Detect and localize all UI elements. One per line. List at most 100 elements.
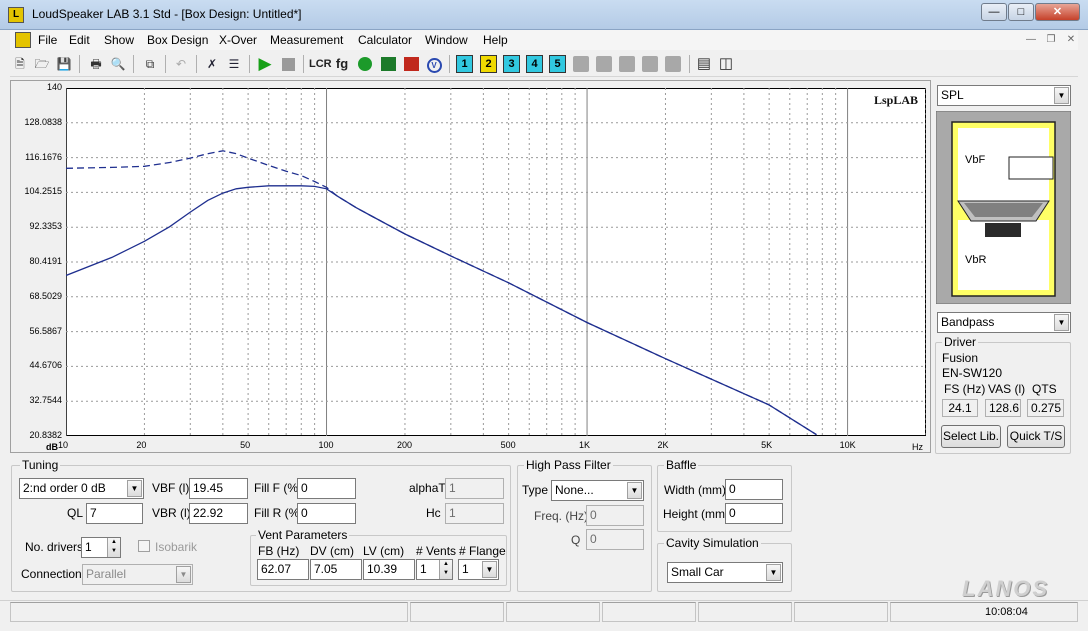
- vents-stepper[interactable]: 1 ▲ ▼: [416, 559, 453, 580]
- lv-input[interactable]: 10.39: [363, 559, 415, 580]
- toolbar-separator: [133, 55, 134, 73]
- y-tick-label: 92.3353: [29, 221, 62, 232]
- baffle-group-title: Baffle: [664, 458, 699, 472]
- x-tick-label: 10: [58, 440, 69, 450]
- open-folder-icon[interactable]: 🗁: [32, 54, 52, 74]
- flange-label: # Flange: [459, 544, 506, 558]
- fill-r-input[interactable]: 0: [297, 503, 356, 524]
- menu-help[interactable]: Help: [483, 33, 508, 47]
- drivers-label: No. drivers: [25, 540, 84, 554]
- x-tick-label: 20: [136, 440, 147, 450]
- impulse-icon[interactable]: [378, 54, 398, 74]
- minimize-button[interactable]: —: [981, 3, 1007, 21]
- baffle-height-input[interactable]: 0: [725, 503, 783, 524]
- lcr-icon[interactable]: LCR: [309, 54, 332, 74]
- waterfall-icon[interactable]: [401, 54, 421, 74]
- tuning-group-title: Tuning: [20, 458, 61, 472]
- vertical-split-icon[interactable]: ◫: [716, 54, 736, 74]
- spl-plot[interactable]: LspLAB: [66, 88, 926, 436]
- status-panel: [698, 602, 792, 622]
- box-type-select[interactable]: Bandpass ▼: [937, 312, 1071, 333]
- x-tick-label: 50: [240, 440, 251, 450]
- y-tick-label: 32.7544: [29, 395, 62, 406]
- drivers-stepper[interactable]: 1 ▲ ▼: [81, 537, 121, 558]
- mdi-restore-button[interactable]: ❐: [1042, 32, 1060, 48]
- layout-4-button[interactable]: 4: [526, 55, 543, 73]
- fg-icon[interactable]: fg: [332, 54, 352, 74]
- y-tick-label: 104.2515: [24, 186, 62, 197]
- ql-input[interactable]: 7: [86, 503, 143, 524]
- view-select[interactable]: SPL ▼: [937, 85, 1071, 106]
- dv-input[interactable]: 7.05: [310, 559, 362, 580]
- flange-select[interactable]: 1 ▼: [458, 559, 499, 580]
- menu-box-design[interactable]: Box Design: [147, 33, 208, 47]
- menu-calculator[interactable]: Calculator: [358, 33, 412, 47]
- menu-file[interactable]: File: [38, 33, 57, 47]
- spin-arrows-icon: ▲ ▼: [107, 538, 120, 557]
- document-icon[interactable]: [15, 32, 31, 48]
- hpf-group-title: High Pass Filter: [524, 458, 613, 472]
- voltage-icon[interactable]: V: [424, 54, 444, 74]
- connection-select[interactable]: Parallel ▼: [82, 564, 193, 585]
- layout-1-button[interactable]: 1: [456, 55, 473, 73]
- save-icon[interactable]: 💾: [54, 54, 74, 74]
- hpf-type-label: Type: [522, 483, 549, 497]
- toolbar-separator: [303, 55, 304, 73]
- layout-3-button[interactable]: 3: [503, 55, 520, 73]
- horizontal-split-icon[interactable]: ▤: [694, 54, 714, 74]
- maximize-button[interactable]: □: [1008, 3, 1034, 21]
- tools-icon[interactable]: ✗: [202, 54, 222, 74]
- disabled-tool-icon[interactable]: [596, 56, 612, 72]
- copy-icon[interactable]: ⧉: [140, 54, 160, 74]
- mdi-close-button[interactable]: ✕: [1062, 32, 1080, 48]
- y-tick-label: 80.4191: [29, 256, 62, 266]
- fill-r-label: Fill R (%): [254, 506, 304, 520]
- menu-window[interactable]: Window: [425, 33, 468, 47]
- hpf-freq-input[interactable]: 0: [586, 505, 644, 526]
- vent-group-title: Vent Parameters: [256, 528, 350, 542]
- menu-measurement[interactable]: Measurement: [270, 33, 343, 47]
- disabled-tool-icon[interactable]: [573, 56, 589, 72]
- disabled-tool-icon[interactable]: [619, 56, 635, 72]
- fill-f-input[interactable]: 0: [297, 478, 356, 499]
- vbr-input[interactable]: 22.92: [189, 503, 248, 524]
- layout-2-button[interactable]: 2: [480, 55, 497, 73]
- equalizer-icon[interactable]: ☰: [224, 54, 244, 74]
- play-icon[interactable]: ▶: [255, 54, 275, 74]
- driver-group-title: Driver: [942, 335, 978, 349]
- spin-arrows-icon: ▲ ▼: [439, 560, 452, 579]
- mdi-minimize-button[interactable]: —: [1022, 32, 1040, 48]
- layout-5-button[interactable]: 5: [549, 55, 566, 73]
- cavity-select[interactable]: Small Car ▼: [667, 562, 783, 583]
- order-select[interactable]: 2:nd order 0 dB ▼: [19, 478, 144, 499]
- hpf-freq-label: Freq. (Hz): [534, 509, 588, 523]
- menu-edit[interactable]: Edit: [69, 33, 90, 47]
- close-button[interactable]: ✕: [1035, 3, 1080, 21]
- chevron-down-icon: ▼: [766, 564, 781, 581]
- quick-ts-button[interactable]: Quick T/S: [1007, 425, 1065, 448]
- print-icon[interactable]: 🖶: [86, 54, 106, 74]
- select-lib-button[interactable]: Select Lib.: [941, 425, 1001, 448]
- hpf-q-input[interactable]: 0: [586, 529, 644, 550]
- stop-icon[interactable]: [278, 54, 298, 74]
- y-tick-label: 116.1676: [25, 151, 62, 162]
- connection-label: Connection: [21, 567, 82, 581]
- hpf-type-select[interactable]: None... ▼: [551, 480, 644, 501]
- disabled-tool-icon[interactable]: [665, 56, 681, 72]
- vas-label: VAS (l): [988, 382, 1026, 396]
- speaker-icon[interactable]: L: [8, 7, 24, 23]
- print-preview-icon[interactable]: 🔍: [108, 54, 128, 74]
- new-file-icon[interactable]: 🗎: [10, 54, 30, 74]
- undo-icon[interactable]: ↶: [171, 54, 191, 74]
- vbf-input[interactable]: 19.45: [189, 478, 248, 499]
- vbf-label: VBF (l): [152, 481, 190, 495]
- menu-x-over[interactable]: X-Over: [219, 33, 257, 47]
- measure-icon[interactable]: [355, 54, 375, 74]
- disabled-tool-icon[interactable]: [642, 56, 658, 72]
- isobarik-checkbox[interactable]: [138, 540, 150, 552]
- baffle-width-input[interactable]: 0: [725, 479, 783, 500]
- fb-input[interactable]: 62.07: [257, 559, 309, 580]
- menu-show[interactable]: Show: [104, 33, 134, 47]
- y-tick-label: 128.0838: [24, 116, 62, 127]
- y-tick-label: 44.6706: [29, 360, 62, 371]
